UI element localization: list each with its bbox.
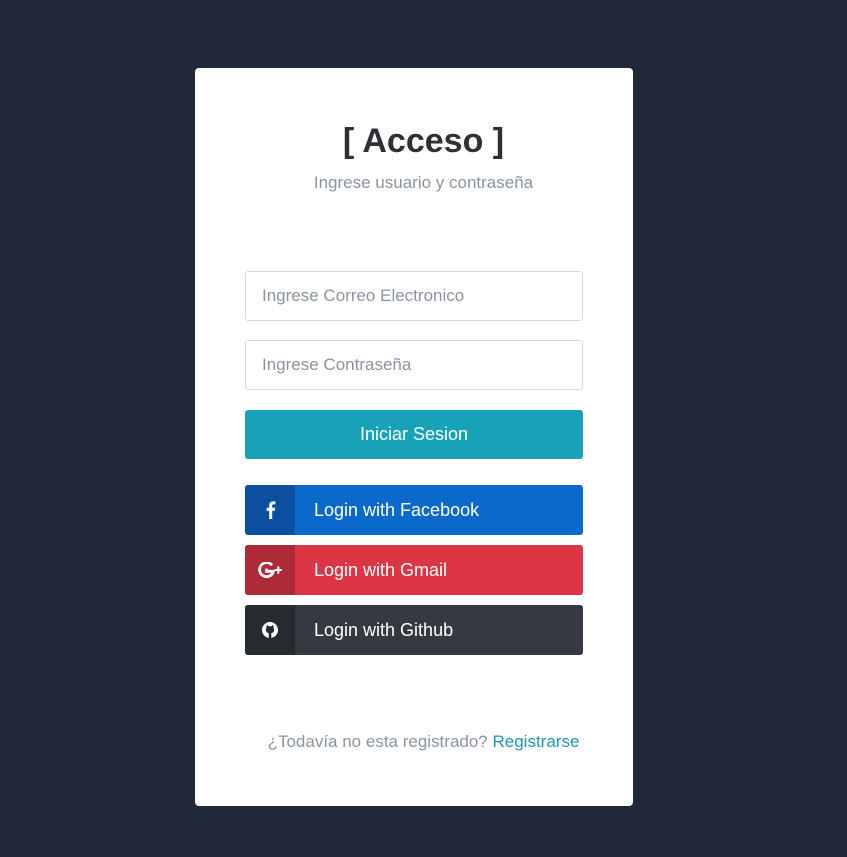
gmail-login-button[interactable]: Login with Gmail: [245, 545, 583, 595]
page-title: [ Acceso ]: [342, 122, 505, 160]
google-plus-icon: [245, 545, 295, 595]
github-icon: [245, 605, 295, 655]
page-subtitle: Ingrese usuario y contraseña: [313, 173, 534, 192]
password-field[interactable]: [245, 340, 583, 390]
facebook-login-label: Login with Facebook: [314, 500, 480, 520]
register-prompt: ¿Todavía no esta registrado? Registrarse: [0, 732, 847, 752]
github-login-label: Login with Github: [314, 620, 454, 640]
github-login-button[interactable]: Login with Github: [245, 605, 583, 655]
gmail-login-label: Login with Gmail: [314, 560, 448, 580]
register-link[interactable]: Registrarse: [493, 732, 580, 751]
facebook-icon: [245, 485, 295, 535]
login-button[interactable]: Iniciar Sesion: [245, 410, 583, 459]
register-prompt-text: ¿Todavía no esta registrado?: [267, 732, 488, 751]
email-field[interactable]: [245, 271, 583, 321]
facebook-login-button[interactable]: Login with Facebook: [245, 485, 583, 535]
